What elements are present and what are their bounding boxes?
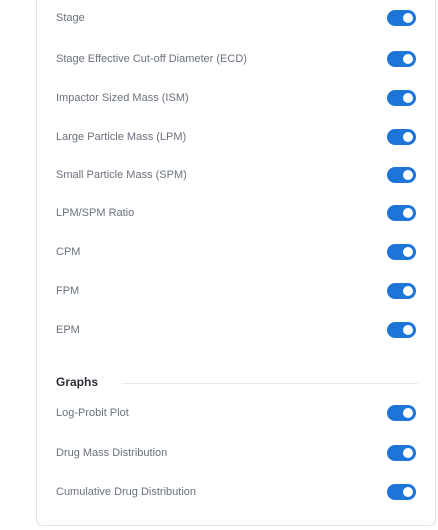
toggle-knob — [403, 408, 413, 418]
setting-row-spm[interactable]: Small Particle Mass (SPM) — [56, 163, 418, 187]
toggle-switch[interactable] — [387, 484, 416, 500]
toggle-switch[interactable] — [387, 167, 416, 183]
graph-row-cumulative-drug-distribution[interactable]: Cumulative Drug Distribution — [56, 480, 418, 504]
setting-row-ecd[interactable]: Stage Effective Cut-off Diameter (ECD) — [56, 47, 418, 71]
setting-row-ism[interactable]: Impactor Sized Mass (ISM) — [56, 86, 418, 110]
setting-row-cpm[interactable]: CPM — [56, 240, 418, 264]
setting-label: Large Particle Mass (LPM) — [56, 131, 187, 143]
setting-row-stage[interactable]: Stage — [56, 6, 418, 30]
toggle-knob — [403, 93, 413, 103]
setting-row-lpm-spm-ratio[interactable]: LPM/SPM Ratio — [56, 201, 418, 225]
toggle-knob — [403, 448, 413, 458]
setting-label: Impactor Sized Mass (ISM) — [56, 92, 189, 104]
toggle-switch[interactable] — [387, 51, 416, 67]
toggle-knob — [403, 487, 413, 497]
graph-row-log-probit[interactable]: Log-Probit Plot — [56, 401, 418, 425]
toggle-knob — [403, 170, 413, 180]
toggle-knob — [403, 286, 413, 296]
setting-row-lpm[interactable]: Large Particle Mass (LPM) — [56, 125, 418, 149]
setting-label: LPM/SPM Ratio — [56, 207, 135, 219]
toggle-switch[interactable] — [387, 445, 416, 461]
toggle-knob — [403, 208, 413, 218]
setting-row-epm[interactable]: EPM — [56, 318, 418, 342]
toggle-switch[interactable] — [387, 205, 416, 221]
toggle-switch[interactable] — [387, 405, 416, 421]
toggle-switch[interactable] — [387, 283, 416, 299]
section-divider — [122, 383, 418, 384]
toggle-knob — [403, 132, 413, 142]
setting-label: Stage — [56, 12, 85, 24]
graph-label: Cumulative Drug Distribution — [56, 486, 196, 498]
graph-label: Drug Mass Distribution — [56, 447, 168, 459]
toggle-knob — [403, 13, 413, 23]
graph-row-drug-mass-distribution[interactable]: Drug Mass Distribution — [56, 441, 418, 465]
toggle-switch[interactable] — [387, 322, 416, 338]
toggle-switch[interactable] — [387, 244, 416, 260]
toggle-switch[interactable] — [387, 90, 416, 106]
setting-label: Small Particle Mass (SPM) — [56, 169, 187, 181]
graphs-section-title: Graphs — [56, 375, 99, 389]
toggle-switch[interactable] — [387, 129, 416, 145]
toggle-switch[interactable] — [387, 10, 416, 26]
toggle-knob — [403, 247, 413, 257]
toggle-knob — [403, 54, 413, 64]
graph-label: Log-Probit Plot — [56, 407, 129, 419]
setting-label: Stage Effective Cut-off Diameter (ECD) — [56, 53, 247, 65]
toggle-knob — [403, 325, 413, 335]
setting-row-fpm[interactable]: FPM — [56, 279, 418, 303]
setting-label: CPM — [56, 246, 81, 258]
setting-label: FPM — [56, 285, 80, 297]
setting-label: EPM — [56, 324, 80, 336]
